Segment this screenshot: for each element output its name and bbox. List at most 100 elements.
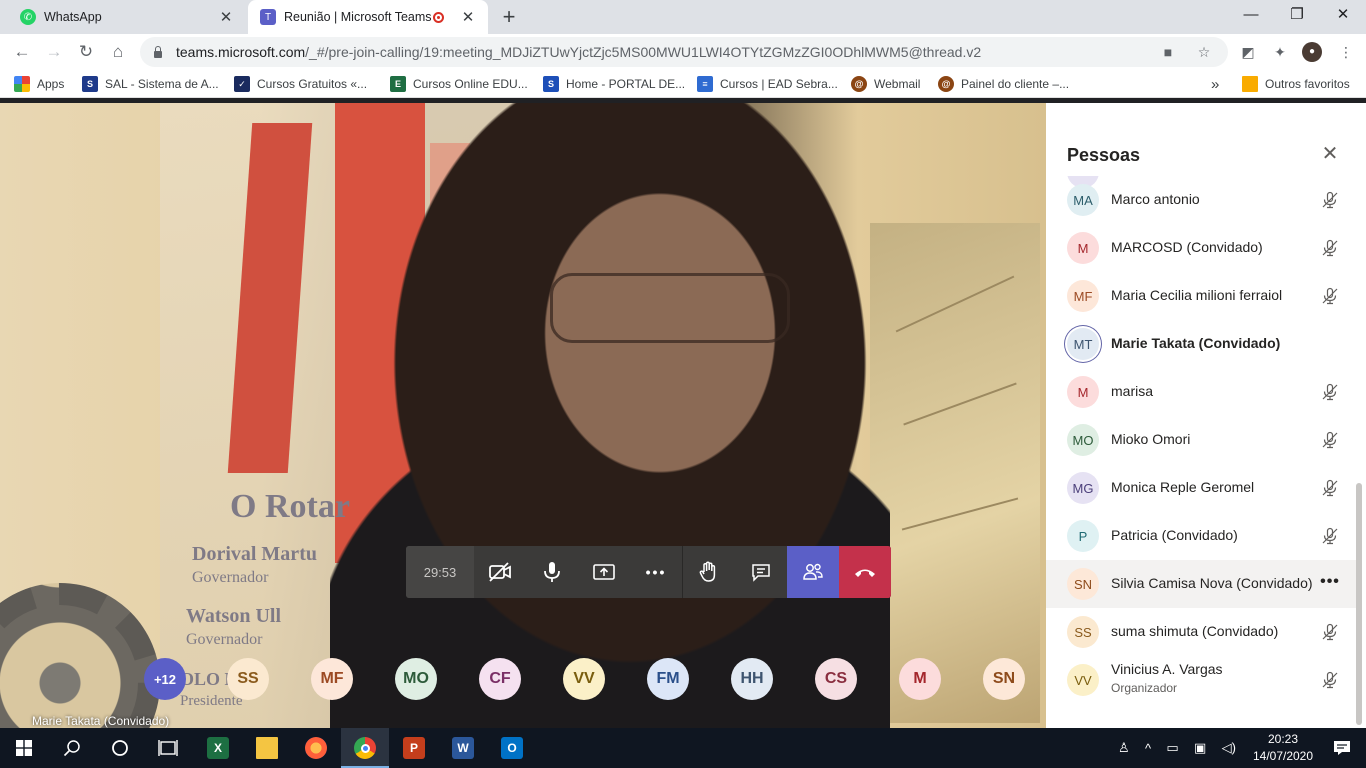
participant-row[interactable]: MA Marco antonio (1046, 176, 1356, 224)
chevron-up-icon[interactable]: ^ (1145, 741, 1151, 756)
bookmark-label: Home - PORTAL DE... (566, 77, 686, 91)
chrome-app[interactable] (341, 728, 389, 768)
participant-row[interactable]: M marisa (1046, 368, 1356, 416)
url-text[interactable]: teams.microsoft.com/_#/pre-join-calling/… (176, 44, 1156, 60)
close-tab-icon[interactable]: ✕ (218, 8, 234, 26)
participant-row[interactable]: M MARCOSD (Convidado) (1046, 224, 1356, 272)
avatar[interactable]: SN (983, 658, 1025, 700)
bookmark-cursos-gratuitos[interactable]: ✓ Cursos Gratuitos «... (234, 74, 367, 94)
avatar-initials: +12 (153, 671, 177, 687)
bookmark-painel[interactable]: @ Painel do cliente –... (938, 74, 1069, 94)
task-view-button[interactable] (144, 728, 192, 768)
search-icon (63, 740, 80, 757)
address-bar[interactable]: teams.microsoft.com/_#/pre-join-calling/… (140, 37, 1228, 67)
system-clock[interactable]: 20:23 14/07/2020 (1248, 731, 1318, 765)
home-icon[interactable]: ⌂ (106, 40, 130, 64)
avatar[interactable]: CF (479, 658, 521, 700)
notifications-button[interactable] (1318, 728, 1366, 768)
avatar-initials: FM (656, 670, 680, 687)
participant-row[interactable]: MG Monica Reple Geromel (1046, 464, 1356, 512)
minimize-button[interactable]: — (1228, 0, 1274, 32)
outlook-app[interactable]: O (488, 728, 536, 768)
avatar: MO (1067, 424, 1099, 456)
participant-name: Vinicius A. Vargas (1111, 661, 1223, 677)
file-explorer-app[interactable] (243, 728, 291, 768)
avatar[interactable]: HH (731, 658, 773, 700)
more-participants-avatar[interactable]: +12 (144, 658, 186, 700)
background-shelf (870, 223, 1040, 723)
avatar[interactable]: FM (647, 658, 689, 700)
avatar[interactable]: VV (563, 658, 605, 700)
participant-video (330, 103, 890, 728)
bookmark-webmail[interactable]: @ Webmail (851, 74, 920, 94)
bookmark-sal[interactable]: S SAL - Sistema de A... (82, 74, 219, 94)
panel-scrollbar[interactable] (1356, 483, 1362, 725)
bookmark-star-icon[interactable]: ☆ (1192, 44, 1216, 61)
avatar[interactable]: MF (311, 658, 353, 700)
word-app[interactable]: W (439, 728, 487, 768)
bookmark-portal[interactable]: S Home - PORTAL DE... (543, 74, 685, 94)
excel-app[interactable]: X (194, 728, 242, 768)
new-tab-button[interactable]: + (498, 4, 520, 30)
firefox-app[interactable] (292, 728, 340, 768)
show-participants-button[interactable] (787, 546, 839, 598)
hang-up-button[interactable] (839, 546, 891, 598)
more-bookmarks-button[interactable]: » (1211, 74, 1219, 94)
profile-avatar[interactable]: ● (1302, 42, 1322, 62)
tab-whatsapp[interactable]: ✆ WhatsApp ✕ (8, 0, 246, 34)
avatar: MA (1067, 184, 1099, 216)
bookmark-apps[interactable]: Apps (14, 74, 64, 94)
cortana-button[interactable] (96, 728, 144, 768)
start-button[interactable] (0, 728, 48, 768)
avatar[interactable]: SS (227, 658, 269, 700)
battery-icon[interactable]: ▭ (1166, 740, 1178, 756)
banner-text: Dorival Martu (192, 543, 317, 565)
participant-row[interactable]: MO Mioko Omori (1046, 416, 1356, 464)
tab-teams[interactable]: T Reunião | Microsoft Teams ✕ (248, 0, 488, 34)
avatar[interactable]: M (899, 658, 941, 700)
powerpoint-app[interactable]: P (390, 728, 438, 768)
participant-row[interactable]: VV Vinicius A. Vargas Organizador (1046, 656, 1356, 704)
close-panel-icon[interactable]: ✕ (1319, 143, 1341, 165)
network-icon[interactable]: ▣ (1194, 740, 1206, 756)
forward-arrow-icon[interactable]: → (42, 40, 66, 64)
avatar: VV (1067, 664, 1099, 696)
extensions-puzzle-icon[interactable]: ✦ (1270, 42, 1290, 62)
bookmark-cursos-online-edu[interactable]: E Cursos Online EDU... (390, 74, 528, 94)
avatar[interactable]: MO (395, 658, 437, 700)
more-actions-button[interactable]: ••• (630, 546, 682, 598)
mic-muted-icon (1319, 381, 1341, 403)
close-tab-icon[interactable]: ✕ (460, 8, 476, 26)
search-button[interactable] (48, 728, 96, 768)
close-window-button[interactable]: ✕ (1320, 0, 1366, 32)
camera-permission-icon[interactable]: ■ (1156, 44, 1180, 60)
participant-row[interactable]: MF Maria Cecilia milioni ferraiol (1046, 272, 1356, 320)
participant-row[interactable]: SN Silvia Camisa Nova (Convidado) ••• (1046, 560, 1356, 608)
people-icon[interactable]: ♙ (1118, 740, 1130, 756)
back-arrow-icon[interactable]: ← (10, 40, 34, 64)
participant-list[interactable]: MA Marco antonio M MARCOSD (Convidado) M… (1046, 176, 1356, 728)
share-screen-button[interactable] (578, 546, 630, 598)
banner-text: Watson Ull (186, 605, 282, 627)
volume-icon[interactable]: ◁) (1222, 740, 1236, 756)
folder-icon (256, 737, 278, 759)
participant-avatar-strip: +12 SS MF MO CF VV FM HH CS M SN (0, 658, 1046, 704)
chat-button[interactable] (735, 546, 787, 598)
participant-row[interactable]: MT Marie Takata (Convidado) (1046, 320, 1356, 368)
reload-icon[interactable]: ↻ (74, 40, 98, 64)
participant-row[interactable]: SS suma shimuta (Convidado) (1046, 608, 1356, 656)
camera-off-button[interactable] (474, 546, 526, 598)
video-stage[interactable]: O Rotar Dorival Martu Governador Watson … (0, 103, 1046, 728)
browser-menu-icon[interactable]: ⋮ (1336, 42, 1356, 62)
more-options-icon[interactable]: ••• (1319, 573, 1341, 591)
bookmark-sebrae[interactable]: ≡ Cursos | EAD Sebra... (697, 74, 838, 94)
other-bookmarks-folder[interactable]: Outros favoritos (1242, 74, 1350, 94)
powerpoint-icon: P (403, 737, 425, 759)
avatar[interactable]: CS (815, 658, 857, 700)
raise-hand-button[interactable] (683, 546, 735, 598)
restore-button[interactable]: ❐ (1274, 0, 1320, 32)
microphone-button[interactable] (526, 546, 578, 598)
participant-name: Silvia Camisa Nova (Convidado) (1111, 575, 1313, 591)
extension-icon[interactable]: ◩ (1238, 42, 1258, 62)
participant-row[interactable]: P Patricia (Convidado) (1046, 512, 1356, 560)
